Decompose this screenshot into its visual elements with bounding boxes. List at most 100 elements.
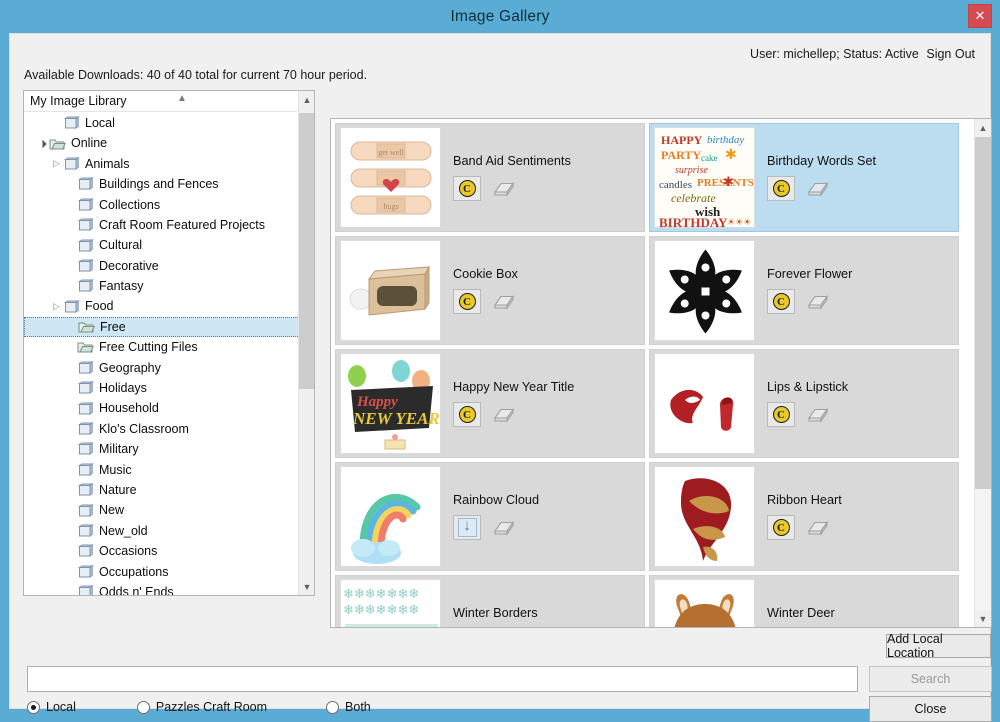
folder-icon [77,258,94,273]
gallery-item-card[interactable]: Lips & Lipstick C [649,349,959,458]
gallery-item-card[interactable]: HAPPY birthday PARTY cake surprise ✱ PRESENTS c… [649,123,959,232]
tree-item-collections[interactable]: Collections [24,195,300,215]
tree-item-online[interactable]: ◢ Online [24,133,300,153]
cutting-file-icon-button[interactable] [490,176,518,201]
gallery-item-card[interactable]: Winter DeerC [649,575,959,627]
tree-scroll-down-icon[interactable]: ▼ [299,578,314,595]
gallery-item-title: Birthday Words Set [767,154,877,168]
tree-item-craft-room-featured-projects[interactable]: Craft Room Featured Projects [24,215,300,235]
radio-local[interactable]: Local [27,700,76,714]
credit-icon-button[interactable]: C [453,402,481,427]
folder-icon [77,360,94,375]
tree-item-decorative[interactable]: Decorative [24,256,300,276]
tree-item-household[interactable]: Household [24,398,300,418]
cutting-file-icon-button[interactable] [490,289,518,314]
gallery-scroll-down-icon[interactable]: ▼ [975,610,991,627]
tree-item-holidays[interactable]: Holidays [24,378,300,398]
download-icon-button[interactable] [453,515,481,540]
tree-item-new[interactable]: New [24,500,300,520]
radio-both[interactable]: Both [326,700,371,714]
cutting-file-icon-button[interactable] [490,515,518,540]
folder-icon [63,299,80,314]
gallery-item-card[interactable]: Happy NEW YEAR Happy New Year Title C [335,349,645,458]
add-local-location-button[interactable]: Add Local Location [886,632,991,660]
radio-label: Local [46,700,76,714]
radio-indicator[interactable] [326,700,340,714]
tree-item-new-old[interactable]: New_old [24,521,300,541]
cutting-file-icon-button[interactable] [490,402,518,427]
gallery-row: Rainbow Cloud Ribbon Heart C [335,462,971,571]
gallery-row: ❄❄❄❄❄❄❄❄❄❄❄❄❄❄ Winter BordersC Winter Deer… [335,575,971,627]
tree-header-label: My Image Library [30,94,127,108]
tree-item-label: Nature [99,482,137,497]
credit-icon-button[interactable]: C [767,176,795,201]
gallery-scroll-up-icon[interactable]: ▲ [975,119,991,136]
cutting-file-icon-button[interactable] [804,289,832,314]
cutting-file-icon-button[interactable] [804,515,832,540]
sign-out-link[interactable]: Sign Out [926,47,975,61]
tree-item-fantasy[interactable]: Fantasy [24,276,300,296]
gallery-item-title: Lips & Lipstick [767,380,849,394]
tree-item-food[interactable]: ▷ Food [24,297,300,317]
tree-item-free-cutting-files[interactable]: Free Cutting Files [24,337,300,357]
svg-text:✱: ✱ [723,174,734,189]
credit-icon-button[interactable]: C [767,515,795,540]
gallery-item-card[interactable]: Rainbow Cloud [335,462,645,571]
gallery-item-body: Cookie Box C [453,267,518,314]
gallery-item-card[interactable]: get well hugs Band Aid Sentiments C [335,123,645,232]
radio-indicator[interactable] [27,700,40,714]
gallery-item-body: Forever Flower C [767,267,852,314]
gallery-item-card[interactable]: ❄❄❄❄❄❄❄❄❄❄❄❄❄❄ Winter BordersC [335,575,645,627]
tree-item-buildings-and-fences[interactable]: Buildings and Fences [24,174,300,194]
search-button[interactable]: Search [869,666,992,692]
tree-item-cultural[interactable]: Cultural [24,235,300,255]
credit-icon-button[interactable]: C [767,289,795,314]
credit-coin-icon: C [458,293,476,310]
tree-scrollbar[interactable]: ▲ ▼ [298,91,314,595]
gallery-scrollbar[interactable]: ▲ ▼ [974,119,991,627]
tree-item-occupations[interactable]: Occupations [24,562,300,582]
gallery-item-card[interactable]: Cookie Box C [335,236,645,345]
tree-item-nature[interactable]: Nature [24,480,300,500]
tree-item-klo-s-classroom[interactable]: Klo's Classroom [24,419,300,439]
folder-icon [63,116,80,130]
tree-item-military[interactable]: Military [24,439,300,459]
tree-item-label: Odds n' Ends [99,584,174,595]
gallery-item-body: Band Aid Sentiments C [453,154,571,201]
folder-icon [77,503,94,518]
gallery-item-card[interactable]: Ribbon Heart C [649,462,959,571]
tree-item-odds-n-ends[interactable]: Odds n' Ends [24,582,300,595]
cutting-file-icon [806,292,830,312]
credit-icon-button[interactable]: C [453,176,481,201]
close-window-button[interactable]: ✕ [968,4,992,28]
cutting-file-icon-button[interactable] [804,176,832,201]
tree-item-occasions[interactable]: Occasions [24,541,300,561]
cutting-file-icon-button[interactable] [804,402,832,427]
credit-icon-button[interactable]: C [767,402,795,427]
search-input[interactable] [27,666,858,692]
tree-scroll-thumb[interactable] [299,113,314,389]
tree-item-animals[interactable]: ▷ Animals [24,154,300,174]
gallery-item-actions: C [453,176,571,201]
credit-icon-button[interactable]: C [453,289,481,314]
expander-expand-icon[interactable]: ▷ [50,302,63,311]
tree-scroll-up-icon[interactable]: ▲ [299,91,314,108]
thumbnail-birthday: HAPPY birthday PARTY cake surprise ✱ PRESENTS c… [654,127,755,228]
expander-expand-icon[interactable]: ▷ [50,159,63,168]
gallery-item-actions: C [767,176,876,201]
thumbnail-bandaid: get well hugs [340,127,441,228]
tree-list[interactable]: Local ◢ Online ▷ Animals Buildings and Fences… [24,113,300,595]
tree-item-music[interactable]: Music [24,460,300,480]
gallery-scroll-thumb[interactable] [975,137,991,489]
radio-pazzles-craft-room[interactable]: Pazzles Craft Room [136,700,267,714]
tree-item-geography[interactable]: Geography [24,358,300,378]
tree-item-local[interactable]: Local [24,113,300,133]
tree-item-label: Cultural [99,238,143,253]
close-button[interactable]: Close [869,696,992,722]
gallery-item-card[interactable]: Forever Flower C [649,236,959,345]
radio-indicator[interactable] [136,700,150,714]
svg-text:hugs: hugs [383,202,398,211]
tree-item-free[interactable]: Free [24,316,300,338]
tree-item-label: Fantasy [99,279,144,294]
expander-collapse-icon[interactable]: ◢ [35,136,50,151]
